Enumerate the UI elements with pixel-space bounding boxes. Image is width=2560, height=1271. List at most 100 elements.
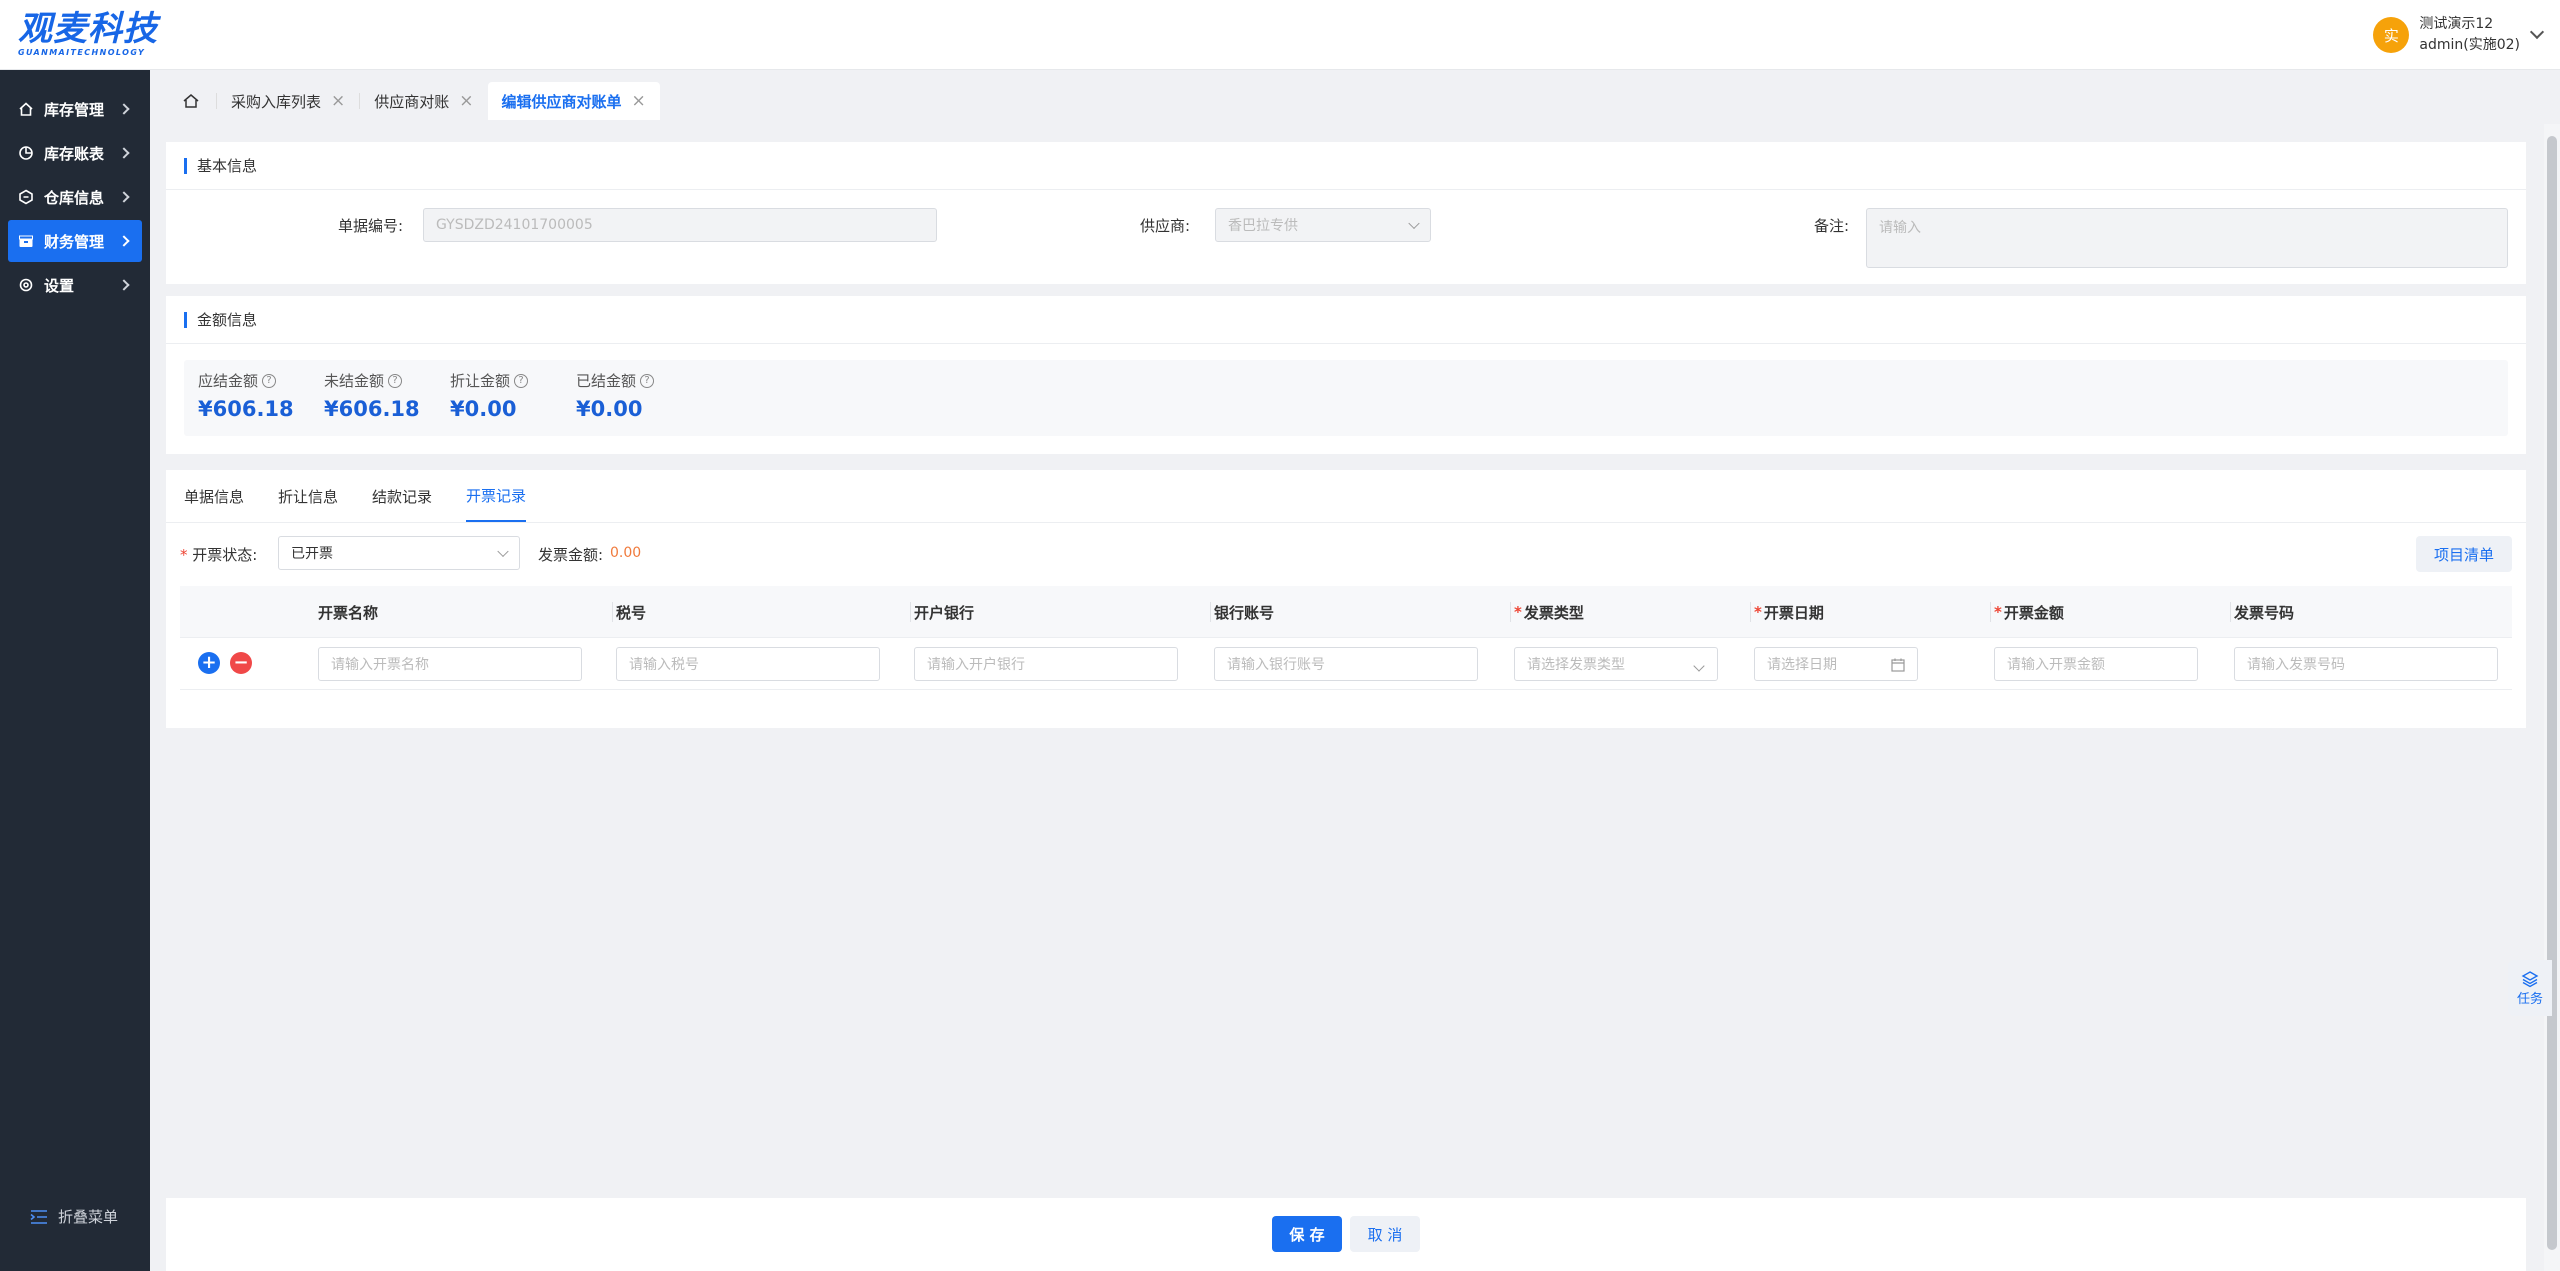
bank-input[interactable]: 请输入开户银行 bbox=[914, 647, 1178, 681]
column-divider bbox=[612, 602, 613, 622]
remove-row-button[interactable]: − bbox=[230, 652, 252, 674]
amount-label: 未结金额 bbox=[324, 372, 385, 390]
sidebar-item-label: 库存管理 bbox=[44, 100, 105, 119]
user-info: 测试演示12 admin(实施02) bbox=[2419, 14, 2520, 56]
column-divider bbox=[2230, 602, 2231, 622]
sidebar-item-finance[interactable]: 财务管理 bbox=[8, 220, 142, 262]
collapse-menu-label: 折叠菜单 bbox=[58, 1208, 119, 1226]
section-title: 基本信息 bbox=[166, 142, 2526, 190]
sidebar: 库存管理 库存账表 仓库信息 财务管理 设置 折叠菜单 bbox=[0, 70, 150, 1271]
home-icon bbox=[18, 101, 34, 117]
tab-document-info[interactable]: 单据信息 bbox=[184, 470, 244, 522]
save-button[interactable]: 保 存 bbox=[1272, 1216, 1342, 1252]
tab-payment-records[interactable]: 结款记录 bbox=[372, 470, 432, 522]
sidebar-item-warehouse[interactable]: 仓库信息 bbox=[8, 176, 142, 218]
column-header-invoice-number: 发票号码 bbox=[2234, 603, 2295, 622]
invoice-amount-value: 0.00 bbox=[610, 545, 642, 561]
gear-icon bbox=[18, 277, 34, 293]
help-icon[interactable]: ? bbox=[514, 373, 529, 388]
help-icon[interactable]: ? bbox=[640, 373, 655, 388]
home-icon bbox=[183, 94, 199, 108]
invoice-date-picker[interactable]: 请选择日期 bbox=[1754, 647, 1918, 681]
remark-label: 备注: bbox=[1814, 217, 1850, 235]
tab-edit-supplier-statement[interactable]: 编辑供应商对账单 × bbox=[487, 82, 660, 120]
remark-placeholder: 请输入 bbox=[1879, 220, 1921, 236]
invoice-status-value: 已开票 bbox=[291, 546, 333, 562]
help-icon[interactable]: ? bbox=[262, 373, 277, 388]
chevron-down-icon[interactable] bbox=[2529, 24, 2545, 40]
scrollbar-thumb[interactable] bbox=[2547, 136, 2557, 1250]
column-header-tax-no: 税号 bbox=[616, 603, 647, 622]
amount-info-card: 金额信息 应结金额? ¥606.18 未结金额? ¥606.18 折让金额? ¥… bbox=[166, 296, 2526, 454]
chevron-right-icon bbox=[118, 103, 130, 115]
chevron-right-icon bbox=[118, 147, 130, 159]
column-header-invoice-name: 开票名称 bbox=[318, 603, 379, 622]
tab-home[interactable] bbox=[166, 82, 216, 120]
chevron-right-icon bbox=[118, 279, 130, 291]
cancel-button[interactable]: 取 消 bbox=[1350, 1216, 1420, 1252]
close-icon[interactable]: × bbox=[459, 91, 473, 111]
avatar[interactable]: 实 bbox=[2373, 17, 2410, 53]
top-bar: 观麦科技 GUANMAITECHNOLOGY 实 测试演示12 admin(实施… bbox=[0, 0, 2560, 70]
close-icon[interactable]: × bbox=[331, 91, 345, 111]
amount-settled: 已结金额? ¥0.00 bbox=[576, 370, 655, 421]
sidebar-item-inventory[interactable]: 库存管理 bbox=[8, 88, 142, 130]
tab-label: 供应商对账 bbox=[374, 92, 450, 111]
invoice-number-input[interactable]: 请输入发票号码 bbox=[2234, 647, 2498, 681]
amount-summary: 应结金额? ¥606.18 未结金额? ¥606.18 折让金额? ¥0.00 … bbox=[184, 360, 2508, 436]
page-tabs: 采购入库列表 × 供应商对账 × 编辑供应商对账单 × bbox=[166, 82, 660, 120]
amount-receivable: 应结金额? ¥606.18 bbox=[198, 370, 294, 421]
column-header-bank-account: 银行账号 bbox=[1214, 603, 1275, 622]
invoice-detail-card: 单据信息 折让信息 结款记录 开票记录 * 开票状态: 已开票 发票金额: 0.… bbox=[166, 470, 2526, 728]
chevron-down-icon bbox=[1693, 660, 1705, 672]
footer-bar: 保 存 取 消 bbox=[166, 1198, 2526, 1271]
add-row-button[interactable]: + bbox=[198, 652, 220, 674]
tab-purchase-inbound[interactable]: 采购入库列表 × bbox=[217, 82, 359, 120]
tab-discount-info[interactable]: 折让信息 bbox=[278, 470, 338, 522]
remark-textarea[interactable]: 请输入 bbox=[1866, 208, 2508, 268]
column-header-bank: 开户银行 bbox=[914, 603, 975, 622]
user-name: 测试演示12 bbox=[2419, 16, 2494, 32]
scrollbar[interactable] bbox=[2544, 124, 2560, 1271]
layers-icon bbox=[2521, 970, 2539, 987]
sidebar-item-inventory-report[interactable]: 库存账表 bbox=[8, 132, 142, 174]
wallet-icon bbox=[18, 233, 34, 249]
invoice-amount-input[interactable]: 请输入开票金额 bbox=[1994, 647, 2198, 681]
divider bbox=[166, 522, 2526, 523]
sidebar-item-label: 财务管理 bbox=[44, 232, 105, 251]
column-header-invoice-type: * 发票类型 bbox=[1514, 603, 1584, 622]
invoice-name-input[interactable]: 请输入开票名称 bbox=[318, 647, 582, 681]
table-row: + − 请输入开票名称 请输入税号 请输入开户银行 请输入银行账号 请选择发票类… bbox=[180, 638, 2512, 690]
amount-unsettled: 未结金额? ¥606.18 bbox=[324, 370, 420, 421]
sidebar-item-settings[interactable]: 设置 bbox=[8, 264, 142, 306]
chevron-right-icon bbox=[118, 191, 130, 203]
tab-label: 编辑供应商对账单 bbox=[501, 92, 622, 111]
pie-chart-icon bbox=[18, 145, 34, 161]
logo[interactable]: 观麦科技 GUANMAITECHNOLOGY bbox=[18, 10, 158, 58]
doc-no-field: GYSDZD24101700005 bbox=[423, 208, 937, 242]
bank-account-input[interactable]: 请输入银行账号 bbox=[1214, 647, 1478, 681]
menu-fold-icon bbox=[30, 1209, 47, 1224]
collapse-menu-button[interactable]: 折叠菜单 bbox=[30, 1206, 118, 1227]
task-float-button[interactable]: 任务 bbox=[2508, 960, 2552, 1016]
amount-label: 折让金额 bbox=[450, 372, 511, 390]
column-divider bbox=[910, 602, 911, 622]
invoice-status-select[interactable]: 已开票 bbox=[278, 536, 520, 570]
user-menu[interactable]: 实 测试演示12 admin(实施02) bbox=[2373, 14, 2545, 56]
amount-discount: 折让金额? ¥0.00 bbox=[450, 370, 529, 421]
tax-no-input[interactable]: 请输入税号 bbox=[616, 647, 880, 681]
invoice-status-label: * 开票状态: bbox=[180, 546, 258, 564]
amount-value: ¥606.18 bbox=[324, 397, 420, 421]
tab-supplier-reconciliation[interactable]: 供应商对账 × bbox=[360, 82, 487, 120]
amount-value: ¥0.00 bbox=[576, 397, 643, 421]
chevron-right-icon bbox=[118, 235, 130, 247]
logo-subtext: GUANMAITECHNOLOGY bbox=[18, 48, 146, 57]
project-list-button[interactable]: 项目清单 bbox=[2416, 536, 2512, 572]
column-divider bbox=[1750, 602, 1751, 622]
tab-invoice-records[interactable]: 开票记录 bbox=[466, 470, 527, 522]
supplier-select[interactable]: 香巴拉专供 bbox=[1215, 208, 1431, 242]
amount-value: ¥606.18 bbox=[198, 397, 294, 421]
invoice-type-select[interactable]: 请选择发票类型 bbox=[1514, 647, 1718, 681]
help-icon[interactable]: ? bbox=[388, 373, 403, 388]
close-icon[interactable]: × bbox=[632, 91, 646, 111]
